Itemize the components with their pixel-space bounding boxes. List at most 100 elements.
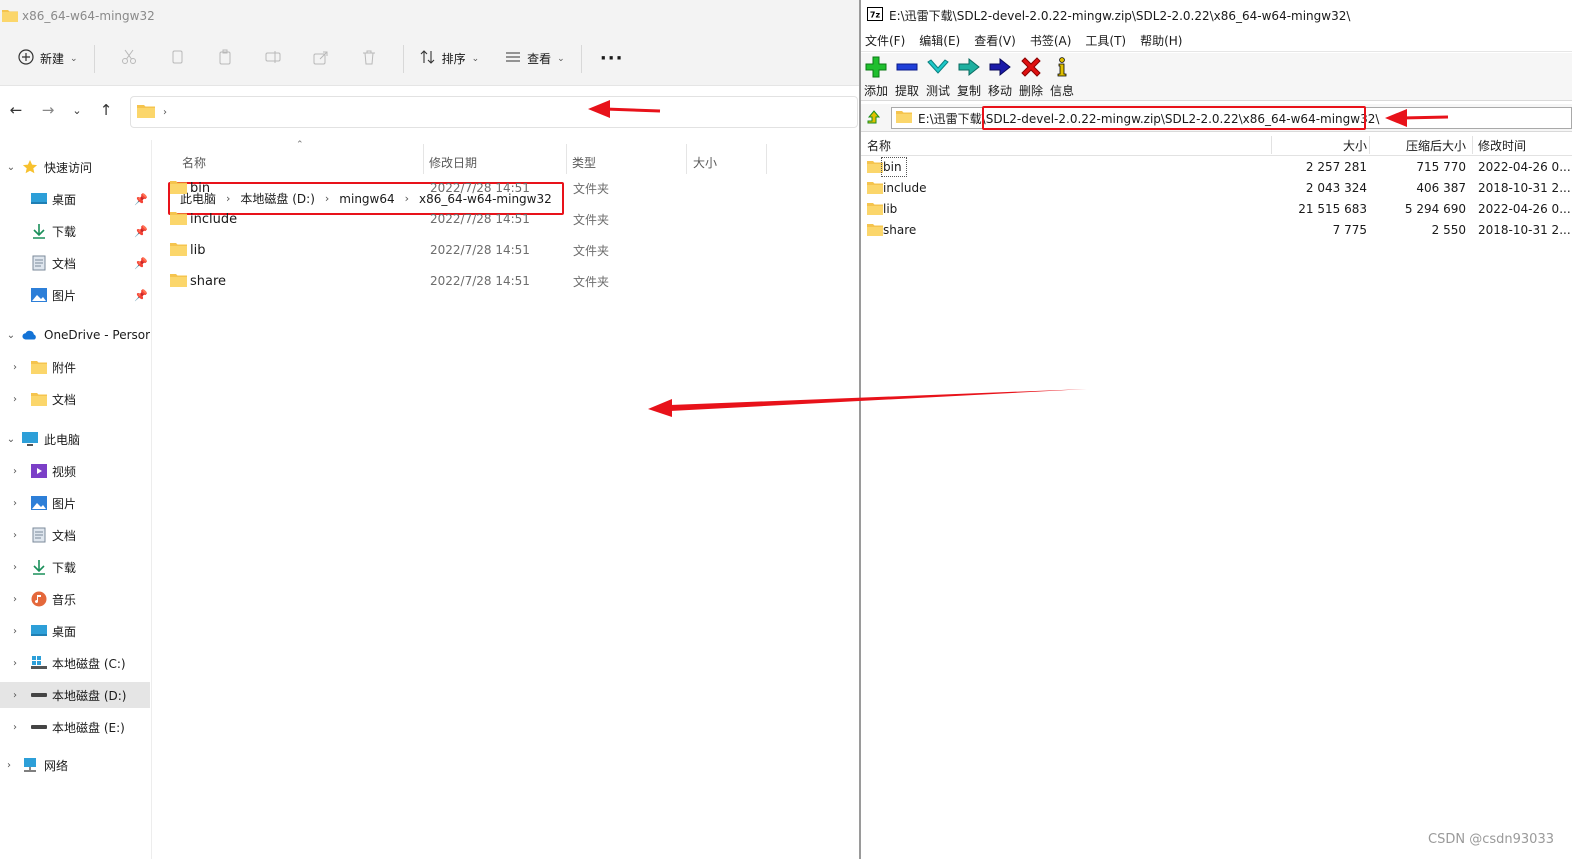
chevron-right-icon[interactable]: ›	[10, 690, 20, 701]
forward-button[interactable]: →	[32, 94, 64, 126]
column-divider[interactable]	[1271, 136, 1272, 154]
column-divider[interactable]	[686, 144, 687, 174]
cut-button[interactable]	[105, 43, 153, 75]
pin-icon[interactable]: 📌	[134, 225, 148, 238]
nav-qa-documents[interactable]: 文档 📌	[0, 250, 150, 276]
column-header-size[interactable]: 大小	[1343, 137, 1367, 154]
nav-pc-drive-d[interactable]: › 本地磁盘 (D:)	[0, 682, 150, 708]
column-header-type[interactable]: 类型	[572, 148, 596, 176]
chevron-right-icon[interactable]: ›	[10, 498, 20, 509]
column-header-date[interactable]: 修改日期	[429, 148, 477, 176]
menu-help[interactable]: 帮助(H)	[1140, 32, 1182, 49]
nav-onedrive[interactable]: ⌄ OneDrive - Persor	[0, 322, 150, 348]
chevron-down-icon[interactable]: ⌄	[6, 162, 16, 173]
column-divider[interactable]	[1472, 136, 1473, 154]
recent-locations-button[interactable]: ⌄	[64, 94, 90, 126]
chevron-right-icon[interactable]: ›	[10, 562, 20, 573]
folder-icon	[31, 391, 47, 407]
nav-od-documents[interactable]: › 文档	[0, 386, 150, 412]
column-divider[interactable]	[766, 144, 767, 174]
up-button[interactable]: ↑	[90, 94, 122, 126]
table-row[interactable]: share 2022/7/28 14:51 文件夹	[166, 267, 766, 295]
chevron-down-icon[interactable]: ⌄	[6, 330, 16, 341]
menu-bar: 文件(F) 编辑(E) 查看(V) 书签(A) 工具(T) 帮助(H)	[861, 30, 1572, 52]
table-row[interactable]: lib 21 515 683 5 294 690 2022-04-26 0...	[861, 199, 1572, 220]
column-header-packed-size[interactable]: 压缩后大小	[1406, 137, 1466, 154]
column-header-size[interactable]: 大小	[693, 148, 717, 176]
menu-tools[interactable]: 工具(T)	[1085, 32, 1126, 49]
menu-bookmarks[interactable]: 书签(A)	[1030, 32, 1072, 49]
chevron-right-icon[interactable]: ›	[10, 466, 20, 477]
move-button[interactable]: 移动	[985, 55, 1015, 99]
menu-view[interactable]: 查看(V)	[974, 32, 1016, 49]
chevron-right-icon[interactable]: ›	[10, 530, 20, 541]
explorer-address-bar: ← → ⌄ ↑ › 此电脑 › 本地磁盘 (D:) › mingw64 › x8…	[0, 86, 860, 215]
chevron-right-icon[interactable]: ›	[4, 760, 14, 771]
nav-qa-pictures[interactable]: 图片 📌	[0, 282, 150, 308]
table-row[interactable]: include 2022/7/28 14:51 文件夹	[166, 205, 766, 233]
nav-pc-documents[interactable]: › 文档	[0, 522, 150, 548]
copy-button[interactable]: 复制	[954, 55, 984, 99]
info-button[interactable]: 信息	[1047, 55, 1077, 99]
rename-button[interactable]	[249, 43, 297, 75]
nav-this-pc[interactable]: ⌄ 此电脑	[0, 426, 150, 452]
nav-item-label: 图片	[52, 496, 77, 511]
extract-button[interactable]: 提取	[892, 55, 922, 99]
back-button[interactable]: ←	[0, 94, 32, 126]
new-button[interactable]: 新建 ⌄	[12, 43, 84, 75]
nav-pc-drive-e[interactable]: › 本地磁盘 (E:)	[0, 714, 150, 740]
nav-pc-downloads[interactable]: › 下载	[0, 554, 150, 580]
paste-button[interactable]	[201, 43, 249, 75]
up-arrow-folder-icon	[866, 109, 882, 128]
view-button[interactable]: 查看 ⌄	[499, 43, 571, 75]
add-button[interactable]: 添加	[861, 55, 891, 99]
nav-quick-access[interactable]: ⌄ 快速访问	[0, 154, 150, 180]
address-input[interactable]: ›	[130, 96, 858, 128]
menu-edit[interactable]: 编辑(E)	[919, 32, 960, 49]
column-header-name[interactable]: 名称	[867, 137, 891, 154]
column-divider[interactable]	[423, 144, 424, 174]
pin-icon[interactable]: 📌	[134, 193, 148, 206]
chevron-right-icon[interactable]: ›	[10, 394, 20, 405]
folder-icon	[867, 181, 883, 197]
table-row[interactable]: include 2 043 324 406 387 2018-10-31 2..…	[861, 178, 1572, 199]
nav-pc-desktop[interactable]: › 桌面	[0, 618, 150, 644]
menu-file[interactable]: 文件(F)	[865, 32, 905, 49]
nav-pc-pictures[interactable]: › 图片	[0, 490, 150, 516]
chevron-right-icon[interactable]: ›	[10, 722, 20, 733]
nav-network[interactable]: › 网络	[0, 752, 150, 778]
nav-item-label: 视频	[52, 464, 77, 479]
more-options-button[interactable]: ···	[592, 43, 632, 75]
row-size: 7 775	[1332, 223, 1367, 237]
column-divider[interactable]	[566, 144, 567, 174]
pin-icon[interactable]: 📌	[134, 289, 148, 302]
copy-button[interactable]	[153, 43, 201, 75]
chevron-down-icon[interactable]: ⌄	[6, 434, 16, 445]
chevron-right-icon[interactable]: ›	[10, 362, 20, 373]
up-folder-button[interactable]	[863, 108, 885, 128]
pin-icon[interactable]: 📌	[134, 257, 148, 270]
rename-icon	[265, 49, 281, 68]
nav-qa-downloads[interactable]: 下载 📌	[0, 218, 150, 244]
nav-od-attachments[interactable]: › 附件	[0, 354, 150, 380]
table-row[interactable]: bin 2 257 281 715 770 2022-04-26 0...	[861, 157, 1572, 178]
column-header-name[interactable]: 名称	[182, 148, 206, 176]
chevron-right-icon[interactable]: ›	[10, 594, 20, 605]
row-modified: 2018-10-31 2...	[1478, 181, 1571, 195]
test-button[interactable]: 测试	[923, 55, 953, 99]
sort-button[interactable]: 排序 ⌄	[414, 43, 486, 75]
chevron-right-icon[interactable]: ›	[10, 658, 20, 669]
share-button[interactable]	[297, 43, 345, 75]
delete-button[interactable]	[345, 43, 393, 75]
nav-pc-videos[interactable]: › 视频	[0, 458, 150, 484]
column-header-modified[interactable]: 修改时间	[1478, 137, 1526, 154]
table-row[interactable]: lib 2022/7/28 14:51 文件夹	[166, 236, 766, 264]
column-divider[interactable]	[1369, 136, 1370, 154]
nav-qa-desktop[interactable]: 桌面 📌	[0, 186, 150, 212]
table-row[interactable]: share 7 775 2 550 2018-10-31 2...	[861, 220, 1572, 241]
nav-pc-drive-c[interactable]: › 本地磁盘 (C:)	[0, 650, 150, 676]
chevron-right-icon[interactable]: ›	[10, 626, 20, 637]
delete-button[interactable]: 删除	[1016, 55, 1046, 99]
table-row[interactable]: bin 2022/7/28 14:51 文件夹	[166, 174, 766, 202]
nav-pc-music[interactable]: › 音乐	[0, 586, 150, 612]
